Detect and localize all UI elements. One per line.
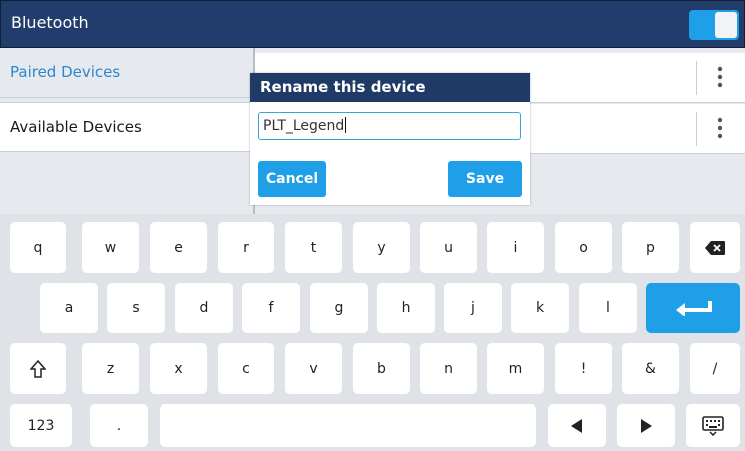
top-bar: Bluetooth (0, 0, 745, 48)
key-m[interactable]: m (487, 343, 544, 394)
sidebar: Paired Devices Available Devices (0, 48, 253, 214)
key-x[interactable]: x (150, 343, 207, 394)
keyboard-hide-icon (702, 415, 724, 436)
cancel-button[interactable]: Cancel (258, 161, 326, 197)
row-divider (696, 112, 697, 146)
backspace-icon (705, 240, 725, 255)
dialog-title: Rename this device (250, 73, 530, 102)
key-u[interactable]: u (420, 222, 477, 273)
numbers-key[interactable]: 123 (10, 404, 72, 447)
key-v[interactable]: v (285, 343, 342, 394)
enter-key[interactable] (646, 283, 740, 333)
key-r[interactable]: r (218, 222, 274, 273)
rename-dialog: Rename this device PLT_Legend Cancel Sav… (250, 73, 530, 205)
key-t[interactable]: t (285, 222, 342, 273)
key-period[interactable]: . (90, 404, 148, 447)
key-c[interactable]: c (218, 343, 274, 394)
arrow-right-icon (640, 418, 652, 433)
key-j[interactable]: j (444, 283, 502, 333)
key-n[interactable]: n (420, 343, 477, 394)
key-p[interactable]: p (622, 222, 679, 273)
key-l[interactable]: l (579, 283, 637, 333)
key-f[interactable]: f (242, 283, 300, 333)
cursor-right-key[interactable] (617, 404, 675, 447)
hide-keyboard-key[interactable] (686, 404, 740, 447)
key-k[interactable]: k (511, 283, 569, 333)
key-b[interactable]: b (353, 343, 410, 394)
sidebar-item-label: Paired Devices (10, 63, 121, 81)
row-divider (696, 61, 697, 95)
key-slash[interactable]: / (690, 343, 740, 394)
key-o[interactable]: o (555, 222, 612, 273)
device-name-input[interactable]: PLT_Legend (258, 112, 521, 140)
key-q[interactable]: q (10, 222, 66, 273)
more-options-icon[interactable] (715, 66, 725, 90)
arrow-left-icon (571, 418, 583, 433)
key-a[interactable]: a (40, 283, 98, 333)
text-caret (345, 117, 347, 133)
enter-icon (673, 300, 713, 316)
shift-key[interactable] (10, 343, 66, 394)
on-screen-keyboard: q w e r t y u i o p a s d f g h j k l z … (0, 214, 745, 451)
device-name-value: PLT_Legend (263, 118, 345, 134)
toggle-knob (715, 12, 737, 38)
sidebar-item-label: Available Devices (10, 118, 142, 136)
shift-icon (30, 359, 46, 378)
save-button[interactable]: Save (448, 161, 522, 197)
space-key[interactable] (160, 404, 536, 447)
cursor-left-key[interactable] (548, 404, 606, 447)
bluetooth-toggle[interactable] (689, 10, 739, 40)
key-y[interactable]: y (353, 222, 410, 273)
more-options-icon[interactable] (715, 117, 725, 141)
key-g[interactable]: g (310, 283, 368, 333)
sidebar-item-available-devices[interactable]: Available Devices (0, 102, 253, 152)
backspace-key[interactable] (690, 222, 740, 273)
page-title: Bluetooth (11, 13, 89, 32)
key-w[interactable]: w (82, 222, 139, 273)
key-exclamation[interactable]: ! (555, 343, 612, 394)
key-s[interactable]: s (107, 283, 165, 333)
key-z[interactable]: z (82, 343, 139, 394)
key-d[interactable]: d (175, 283, 233, 333)
sidebar-item-paired-devices[interactable]: Paired Devices (0, 48, 253, 98)
key-ampersand[interactable]: & (622, 343, 679, 394)
key-h[interactable]: h (377, 283, 435, 333)
key-e[interactable]: e (150, 222, 207, 273)
key-i[interactable]: i (487, 222, 544, 273)
